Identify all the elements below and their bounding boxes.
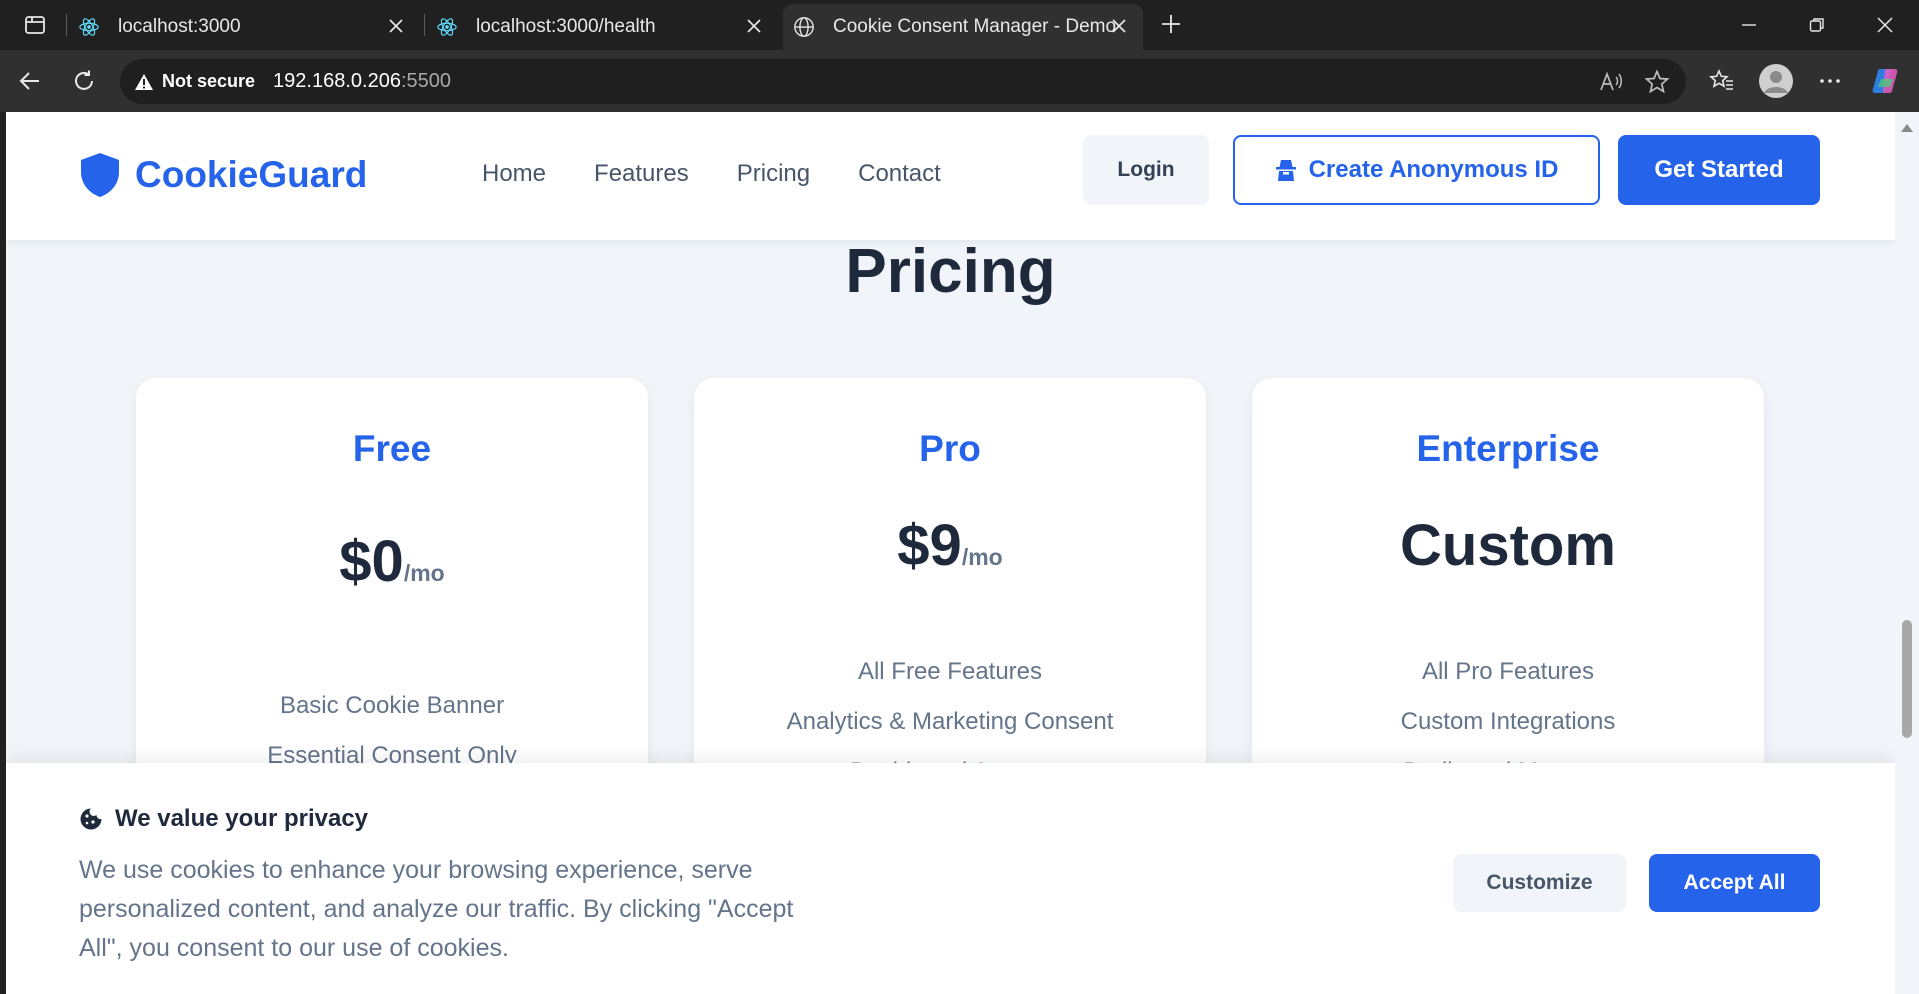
add-favorite-button[interactable] [1642, 67, 1672, 97]
minimize-icon [1742, 24, 1756, 26]
refresh-icon [75, 70, 93, 90]
nav-home[interactable]: Home [482, 160, 546, 188]
warning-icon [135, 73, 153, 90]
security-label: Not secure [162, 71, 256, 91]
more-icon [1820, 79, 1840, 83]
pricing-title: Pricing [845, 237, 1056, 306]
customize-button[interactable]: Customize [1453, 854, 1626, 912]
nav-features[interactable]: Features [594, 160, 689, 188]
tab-actions-icon [25, 16, 45, 34]
incognito-icon [1275, 160, 1296, 181]
browser-tab-active[interactable]: Cookie Consent Manager - Demo [783, 4, 1143, 50]
browser-tab-bar: localhost:3000 localhost:3000/health Coo… [0, 0, 1919, 50]
login-button[interactable]: Login [1083, 135, 1209, 205]
cookie-banner-text: We use cookies to enhance your browsing … [79, 856, 794, 962]
plan-price: $9/mo [694, 512, 1206, 579]
plan-price: Custom [1252, 512, 1764, 579]
nav-contact[interactable]: Contact [858, 160, 941, 188]
tab-separator [66, 14, 67, 36]
tab-separator [424, 14, 425, 36]
price-period: /mo [961, 544, 1003, 570]
cookie-consent-banner: We value your privacy We use cookies to … [6, 763, 1895, 994]
list-item: Analytics & Marketing Consent [786, 708, 1114, 735]
favorites-icon [1709, 68, 1733, 90]
back-button[interactable] [12, 63, 48, 99]
browser-tab-1[interactable]: localhost:3000 [68, 4, 420, 50]
tab-close-icon[interactable] [1109, 16, 1129, 36]
back-arrow-icon [19, 72, 39, 90]
url-text[interactable]: 192.168.0.206:5500 [273, 70, 451, 93]
address-bar[interactable]: Not secure 192.168.0.206:5500 [120, 59, 1686, 104]
security-indicator[interactable]: Not secure [134, 71, 255, 92]
tab-close-icon[interactable] [386, 16, 406, 36]
globe-icon [793, 16, 815, 38]
cookie-banner-heading: We value your privacy [115, 805, 369, 832]
more-menu-button[interactable] [1812, 63, 1848, 99]
scrollbar-thumb[interactable] [1902, 620, 1912, 738]
list-item: Custom Integrations [1400, 708, 1616, 735]
plan-name: Pro [919, 428, 981, 469]
site-header: CookieGuard Home Features Pricing Contac… [6, 112, 1895, 240]
profile-avatar[interactable] [1756, 61, 1796, 101]
restore-icon [1809, 18, 1824, 32]
url-host: 192.168.0.206 [273, 70, 401, 92]
create-anonymous-id-button[interactable]: Create Anonymous ID [1233, 135, 1600, 205]
list-item: All Free Features [857, 658, 1043, 685]
nav-pricing[interactable]: Pricing [737, 160, 810, 188]
site-logo[interactable]: CookieGuard [79, 152, 367, 198]
tab-close-icon[interactable] [744, 16, 764, 36]
close-window-button[interactable] [1850, 0, 1919, 50]
url-port: :5500 [400, 70, 452, 92]
price-amount: $0 [339, 529, 404, 594]
refresh-button[interactable] [66, 63, 102, 99]
get-started-button[interactable]: Get Started [1618, 135, 1820, 205]
tab-title: localhost:3000/health [476, 16, 656, 37]
star-icon [1644, 69, 1670, 94]
favorites-button[interactable] [1704, 63, 1740, 99]
main-nav: Home Features Pricing Contact [482, 160, 989, 188]
restore-button[interactable] [1782, 0, 1852, 50]
read-aloud-button[interactable] [1596, 67, 1626, 97]
avatar-icon [1759, 64, 1793, 98]
page-scrollbar[interactable] [1895, 112, 1919, 994]
list-item: Basic Cookie Banner [279, 692, 505, 719]
plan-name: Enterprise [1416, 428, 1600, 469]
react-icon [78, 16, 100, 38]
list-item: All Pro Features [1421, 658, 1595, 685]
plan-price: $0/mo [136, 528, 648, 595]
price-amount: $9 [897, 513, 962, 578]
cookie-banner-title: We value your privacy [79, 805, 368, 833]
copilot-icon [1872, 69, 1898, 93]
scroll-up-icon[interactable] [1900, 122, 1914, 134]
tab-title: Cookie Consent Manager - Demo [833, 16, 1117, 37]
react-icon [436, 16, 458, 38]
page-viewport: CookieGuard Home Features Pricing Contac… [6, 112, 1895, 994]
anon-label: Create Anonymous ID [1308, 156, 1559, 183]
logo-text: CookieGuard [135, 154, 368, 195]
shield-icon [81, 153, 119, 197]
tab-actions-button[interactable] [10, 0, 60, 50]
price-period: /mo [403, 560, 445, 586]
accept-all-button[interactable]: Accept All [1649, 854, 1820, 912]
plus-icon [1162, 15, 1180, 33]
copilot-button[interactable] [1867, 63, 1903, 99]
price-amount: Custom [1400, 513, 1616, 578]
tab-title: localhost:3000 [118, 16, 241, 37]
plan-name: Free [352, 428, 432, 469]
new-tab-button[interactable] [1156, 9, 1186, 39]
browser-tab-2[interactable]: localhost:3000/health [426, 4, 778, 50]
close-icon [1877, 17, 1893, 33]
read-aloud-icon [1600, 71, 1622, 91]
cookie-icon [80, 808, 102, 830]
minimize-button[interactable] [1714, 0, 1784, 50]
